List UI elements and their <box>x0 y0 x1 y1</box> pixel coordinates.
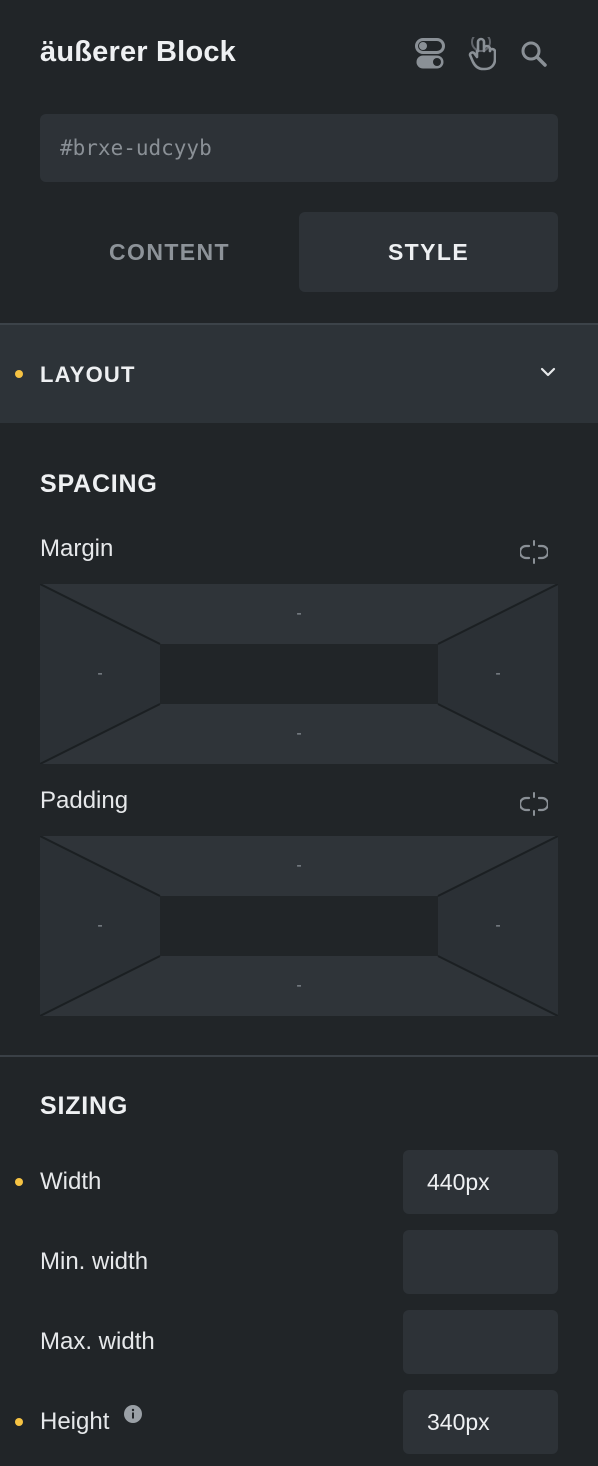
margin-right-value: - <box>495 665 501 682</box>
modified-indicator <box>15 1178 23 1186</box>
height-input[interactable]: 340px <box>403 1390 558 1454</box>
unlink-icon[interactable] <box>518 792 550 821</box>
tab-content[interactable]: CONTENT <box>40 212 299 292</box>
modified-indicator <box>15 370 23 378</box>
margin-label: Margin <box>40 535 114 562</box>
layout-group-label: LAYOUT <box>40 362 136 387</box>
panel-title: äußerer Block <box>40 36 237 68</box>
padding-box-control: - - - - <box>40 836 558 1016</box>
chevron-down-icon[interactable] <box>538 362 558 387</box>
toggle-icon[interactable] <box>412 36 448 72</box>
padding-right-value: - <box>495 917 501 934</box>
width-input[interactable]: 440px <box>403 1150 558 1214</box>
height-label: Height <box>40 1408 110 1435</box>
tab-style[interactable]: STYLE <box>299 212 558 292</box>
sizing-section-title: SIZING <box>40 1092 129 1120</box>
search-icon[interactable] <box>516 36 552 72</box>
max-width-label: Max. width <box>40 1328 155 1355</box>
spacing-section-title: SPACING <box>40 470 158 498</box>
info-icon[interactable] <box>123 1404 143 1429</box>
min-width-label: Min. width <box>40 1248 149 1275</box>
min-width-input[interactable] <box>403 1230 558 1294</box>
margin-box-control: - - - - <box>40 584 558 764</box>
modified-indicator <box>15 1418 23 1426</box>
margin-bottom-value: - <box>296 725 302 742</box>
padding-top-value: - <box>296 857 302 874</box>
margin-left-value: - <box>97 665 103 682</box>
padding-label: Padding <box>40 787 129 814</box>
max-width-input[interactable] <box>403 1310 558 1374</box>
element-id-field[interactable]: #brxe-udcyyb <box>40 114 558 182</box>
margin-top-value: - <box>296 605 302 622</box>
unlink-icon[interactable] <box>518 540 550 569</box>
padding-left-value: - <box>97 917 103 934</box>
hand-pointer-icon[interactable] <box>464 36 500 72</box>
section-divider <box>0 1055 598 1057</box>
padding-bottom-value: - <box>296 977 302 994</box>
width-label: Width <box>40 1168 102 1195</box>
